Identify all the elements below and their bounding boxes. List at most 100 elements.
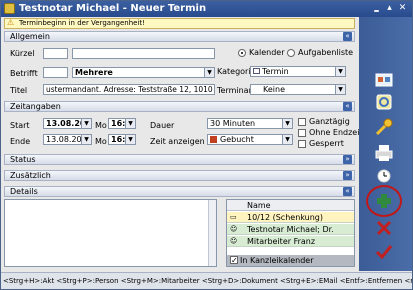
section-header-zusaetzlich[interactable]: Zusätzlich » — [4, 170, 355, 181]
section-title: Status — [10, 155, 36, 164]
participant-row[interactable]: ▭ 10/12 (Schenkung) — [227, 212, 354, 223]
delete-icon[interactable] — [373, 219, 395, 237]
participant-name: 10/12 (Schenkung) — [247, 213, 323, 222]
busy-color-swatch — [210, 136, 217, 143]
expand-icon[interactable]: » — [343, 171, 352, 180]
kanzleikalender-checkbox[interactable] — [230, 255, 238, 266]
warning-text: Terminbeginn in der Vergangenheit! — [19, 19, 145, 27]
zeit-anzeigen-value: Gebucht — [220, 135, 254, 144]
ende-time-input[interactable]: 16:30 ▼ — [108, 134, 136, 145]
ende-label: Ende — [10, 137, 31, 146]
section-header-status[interactable]: Status » — [4, 154, 355, 165]
status-bar: <Strg+H>:Akt <Strg+P>:Person <Strg+M>:Mi… — [1, 272, 412, 289]
collapse-icon[interactable]: « — [343, 32, 352, 41]
warning-icon: ⚠ — [7, 18, 15, 27]
kuerzel-input[interactable] — [43, 48, 68, 59]
section-title: Zusätzlich — [10, 171, 51, 180]
participants-list: Name ▭ 10/12 (Schenkung) ☺ Testnotar Mic… — [226, 199, 355, 267]
zeit-anzeigen-select[interactable]: Gebucht ▼ — [207, 134, 293, 145]
dauer-label: Dauer — [150, 121, 175, 130]
start-date-input[interactable]: 13.08.2012 ▼ — [43, 118, 92, 129]
kalender-radio[interactable] — [238, 49, 246, 57]
key-icon[interactable] — [373, 118, 395, 136]
form-content: Allgemein « Kürzel Kalender Aufgabenlist… — [4, 31, 363, 269]
titel-input[interactable]: ustermandant. Adresse: Teststraße 12, 10… — [43, 84, 215, 95]
terminart-value: Keine — [263, 85, 285, 94]
betrifft-dropdown-icon[interactable]: ▼ — [204, 68, 214, 77]
person-icon: ☺ — [230, 237, 238, 245]
minimize-button[interactable]: ‗ — [371, 3, 382, 14]
window-title: Testnotar Michael - Neuer Termin — [19, 3, 207, 14]
details-panel: Name ▭ 10/12 (Schenkung) ☺ Testnotar Mic… — [4, 199, 355, 269]
app-icon — [4, 3, 15, 14]
refresh-icon[interactable] — [373, 93, 395, 111]
collapse-icon[interactable]: « — [343, 187, 352, 196]
section-header-zeitangaben[interactable]: Zeitangaben « — [4, 101, 355, 112]
section-title: Allgemein — [10, 32, 50, 41]
participant-row[interactable]: ☺ Testnotar Michael; Dr. — [227, 224, 354, 235]
kalender-radio-label: Kalender — [249, 48, 285, 57]
ende-date-dropdown-icon[interactable]: ▼ — [81, 135, 91, 144]
printer-icon[interactable] — [373, 144, 395, 162]
kategorie-select[interactable]: Termin ▼ — [250, 66, 346, 77]
gesperrt-checkbox[interactable] — [298, 140, 306, 148]
participant-name: Mitarbeiter Franz — [247, 237, 316, 246]
ohne-endzeit-checkbox[interactable] — [298, 129, 306, 137]
aufgabenliste-radio[interactable] — [287, 49, 295, 57]
kategorie-dropdown-icon[interactable]: ▼ — [335, 67, 345, 76]
expand-icon[interactable]: » — [343, 155, 352, 164]
dauer-select[interactable]: 30 Minuten ▼ — [207, 118, 293, 129]
betrifft-input[interactable]: Mehrere ▼ — [72, 67, 215, 78]
start-weekday: Mo — [95, 121, 107, 130]
section-title: Zeitangaben — [10, 102, 61, 111]
person-icon: ☺ — [230, 225, 238, 233]
start-time-input[interactable]: 16:00 ▼ — [108, 118, 136, 129]
contacts-icon[interactable] — [373, 71, 395, 89]
notes-scrollbar[interactable] — [208, 200, 216, 266]
right-toolbar — [359, 17, 412, 271]
terminart-dropdown-icon[interactable]: ▼ — [335, 85, 345, 94]
participant-name: Testnotar Michael; Dr. — [247, 225, 334, 234]
kuerzel-label: Kürzel — [10, 49, 35, 58]
dauer-dropdown-icon[interactable]: ▼ — [282, 119, 292, 128]
maximize-button[interactable]: ▴ — [384, 3, 395, 14]
alarm-clock-icon[interactable] — [373, 166, 395, 184]
kuerzel-name-input[interactable] — [72, 48, 215, 59]
ganztaegig-label: Ganztägig — [309, 117, 350, 126]
betrifft-label: Betrifft — [10, 69, 38, 78]
dauer-value: 30 Minuten — [210, 119, 256, 128]
kategorie-value: Termin — [262, 67, 289, 76]
ohne-endzeit-label: Ohne Endzeit — [309, 128, 363, 137]
aufgabenliste-radio-label: Aufgabenliste — [298, 48, 354, 57]
ende-date-input[interactable]: 13.08.2012 ▼ — [43, 134, 92, 145]
calendar-icon — [253, 68, 260, 74]
appointment-window: Testnotar Michael - Neuer Termin ‗ ▴ ✕ ⚠… — [0, 0, 413, 290]
warning-bar: ⚠ Terminbeginn in der Vergangenheit! — [4, 18, 355, 29]
title-bar[interactable]: Testnotar Michael - Neuer Termin ‗ ▴ ✕ — [1, 1, 412, 17]
start-time-dropdown-icon[interactable]: ▼ — [125, 119, 135, 128]
ende-time-dropdown-icon[interactable]: ▼ — [125, 135, 135, 144]
notes-textarea[interactable] — [4, 199, 217, 267]
betrifft-short-input[interactable] — [43, 67, 68, 78]
add-icon[interactable] — [373, 192, 395, 210]
terminart-select[interactable]: Keine ▼ — [250, 84, 346, 95]
ganztaegig-checkbox[interactable] — [298, 118, 306, 126]
folder-icon: ▭ — [230, 213, 237, 221]
titel-label: Titel — [10, 86, 28, 95]
gesperrt-label: Gesperrt — [309, 139, 344, 148]
betrifft-value: Mehrere — [75, 68, 113, 77]
zeit-anzeigen-dropdown-icon[interactable]: ▼ — [282, 135, 292, 144]
checkmark-icon[interactable] — [373, 243, 395, 261]
section-header-allgemein[interactable]: Allgemein « — [4, 31, 355, 42]
participants-header: Name — [227, 200, 354, 211]
close-button[interactable]: ✕ — [397, 3, 408, 14]
collapse-icon[interactable]: « — [343, 102, 352, 111]
start-date-dropdown-icon[interactable]: ▼ — [81, 119, 91, 128]
section-header-details[interactable]: Details « — [4, 186, 355, 197]
ende-weekday: Mo — [95, 137, 107, 146]
section-title: Details — [10, 187, 38, 196]
participant-row[interactable]: ☺ Mitarbeiter Franz — [227, 236, 354, 247]
start-label: Start — [10, 121, 30, 130]
kanzleikalender-row: In Kanzleikalender — [227, 255, 354, 266]
kanzleikalender-label: In Kanzleikalender — [240, 256, 314, 265]
